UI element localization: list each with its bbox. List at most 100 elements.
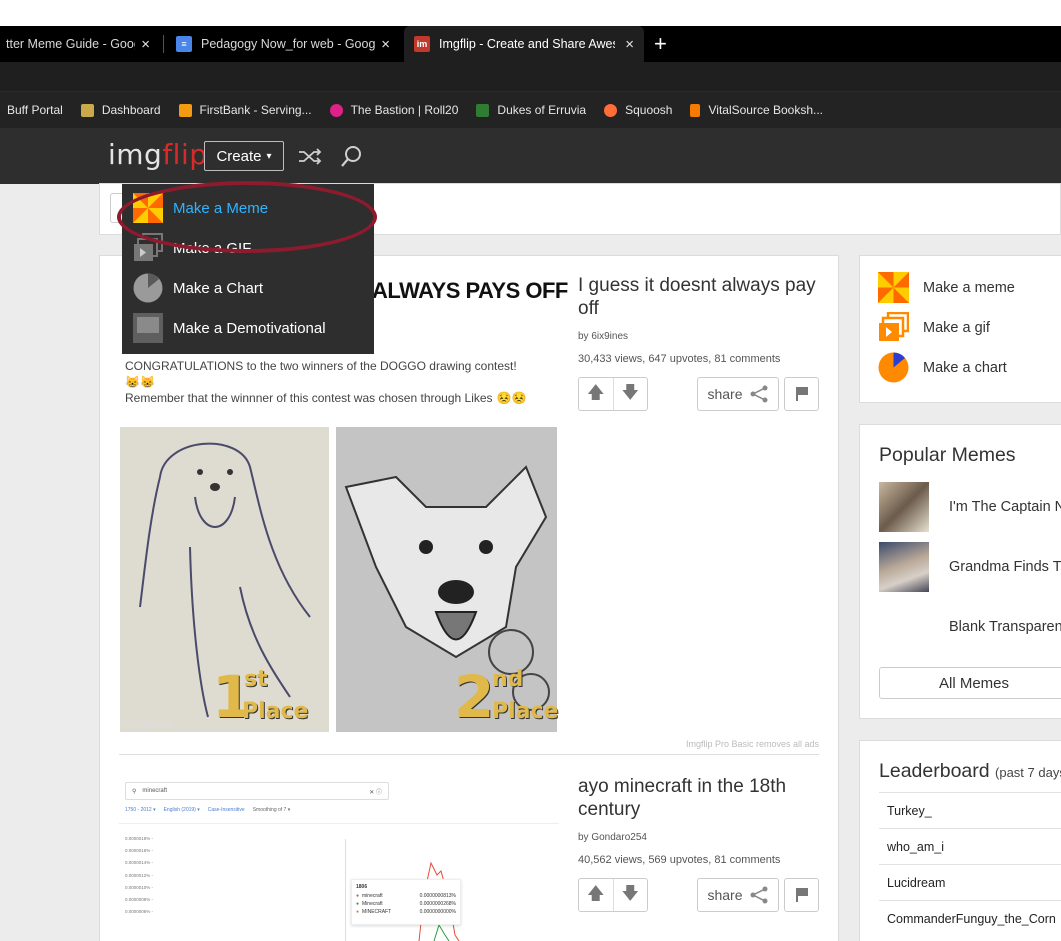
tab-meme-guide[interactable]: tter Meme Guide - Google × — [0, 26, 160, 62]
share-label: share — [707, 386, 743, 402]
bookmark-dashboard[interactable]: Dashboard — [80, 103, 161, 117]
bookmark-label: FirstBank - Serving... — [199, 103, 312, 117]
popular-meme-item[interactable]: Blank Transparent Square — [879, 602, 1061, 652]
first-place-word: Place — [242, 699, 309, 724]
popular-meme-label: Grandma Finds The Internet — [949, 559, 1061, 575]
leaderboard-row[interactable]: who_am_i — [879, 828, 1061, 864]
bookmark-buff-portal[interactable]: Buff Portal — [7, 103, 63, 117]
tooltip-row: ● Minecraft 0.0000000268% — [356, 901, 456, 907]
sidebar-make-gif[interactable]: Make a gif — [878, 312, 990, 343]
post-author[interactable]: by Gondaro254 — [578, 832, 647, 843]
tab-separator — [163, 35, 164, 53]
meme-thumbnail — [879, 482, 929, 532]
share-button[interactable]: share — [697, 878, 779, 912]
meme-image-caption: CONGRATULATIONS to the two winners of th… — [125, 358, 555, 406]
second-place-number: 2 — [454, 663, 495, 731]
imgflip-logo[interactable]: imgflip — [108, 138, 208, 171]
screenshot-tooltip: 1806 ● minecraft 0.0000000813% ● Minecraft 0… — [351, 879, 461, 925]
google-docs-icon: ≡ — [176, 36, 192, 52]
leaderboard-user: CommanderFunguy_the_Corn — [887, 911, 1056, 926]
dot-icon: ● — [356, 909, 360, 915]
chevron-down-icon: ▾ — [266, 150, 272, 162]
vote-buttons: 🡅 🡇 — [578, 377, 648, 411]
bookmark-roll20[interactable]: The Bastion | Roll20 — [329, 103, 458, 117]
leaderboard-row[interactable]: CommanderFunguy_the_Corn — [879, 900, 1061, 936]
tab-imgflip[interactable]: im Imgflip - Create and Share Awesome × — [404, 26, 644, 62]
dot-icon: ● — [356, 901, 360, 907]
pie-chart-icon — [878, 352, 909, 383]
share-label: share — [707, 887, 743, 903]
leaderboard-row[interactable]: Lucidream — [879, 864, 1061, 900]
popular-meme-item[interactable]: I'm The Captain Now — [879, 482, 1061, 532]
create-label: Create — [216, 147, 262, 165]
close-icon[interactable]: × — [375, 36, 390, 53]
popular-meme-label: Blank Transparent Square — [949, 619, 1061, 635]
flag-icon — [795, 888, 808, 902]
tooltip-value: 0.0000000268% — [419, 901, 456, 907]
menu-item-make-demotivational[interactable]: Make a Demotivational — [122, 308, 374, 348]
close-icon[interactable]: × — [135, 36, 150, 53]
post-stats: 40,562 views, 569 upvotes, 81 comments — [578, 854, 781, 866]
leaderboard-user: Turkey_ — [887, 803, 932, 818]
post-title[interactable]: I guess it doesnt always pay off — [578, 274, 818, 320]
bookmark-squoosh[interactable]: Squoosh — [604, 103, 672, 117]
close-icon[interactable]: × — [619, 36, 634, 53]
downvote-arrow-icon[interactable]: 🡇 — [612, 378, 648, 410]
sidebar-make-chart[interactable]: Make a chart — [878, 352, 1007, 383]
share-icon — [750, 886, 768, 904]
create-menu-button[interactable]: Create ▾ — [204, 141, 284, 171]
share-button[interactable]: share — [697, 377, 779, 411]
vote-buttons: 🡅 🡇 — [578, 878, 648, 912]
flag-button[interactable] — [784, 377, 819, 411]
all-memes-button[interactable]: All Memes — [879, 667, 1061, 699]
bookmark-vitalsource[interactable]: VitalSource Booksh... — [690, 103, 823, 117]
menu-item-label: Make a Demotivational — [173, 319, 326, 337]
leaderboard-subtitle: (past 7 days) — [995, 765, 1061, 780]
tab-title: Imgflip - Create and Share Awesome — [439, 37, 615, 51]
bookmark-label: Buff Portal — [7, 103, 63, 117]
gif-stack-icon — [879, 312, 909, 341]
shuffle-icon[interactable] — [297, 143, 323, 169]
downvote-arrow-icon[interactable]: 🡇 — [612, 879, 648, 911]
firstbank-icon — [178, 103, 192, 117]
popular-meme-item[interactable]: Grandma Finds The Internet — [879, 542, 1061, 592]
tooltip-label: Minecraft — [362, 901, 383, 907]
search-icon[interactable] — [339, 143, 365, 169]
bookmark-label: Squoosh — [625, 103, 673, 117]
tooltip-label: minecraft — [362, 893, 383, 899]
tooltip-year: 1806 — [356, 884, 368, 890]
gif-stack-icon — [134, 233, 163, 261]
address-bar[interactable] — [0, 62, 1061, 92]
tooltip-label: MINECRAFT — [362, 909, 392, 915]
sidebar-link-label: Make a chart — [923, 359, 1007, 376]
post-author[interactable]: by 6ix9ines — [578, 331, 628, 342]
upvote-arrow-icon[interactable]: 🡅 — [579, 378, 613, 410]
bookmark-dukes-of-erruvia[interactable]: Dukes of Erruvia — [476, 103, 586, 117]
sidebar-make-meme[interactable]: Make a meme — [878, 272, 1015, 303]
new-tab-button[interactable]: + — [654, 26, 667, 62]
tab-title: tter Meme Guide - Google — [6, 37, 135, 51]
tooltip-row: ● minecraft 0.0000000813% — [356, 893, 456, 899]
upvote-arrow-icon[interactable]: 🡅 — [579, 879, 613, 911]
menu-item-make-meme[interactable]: Make a Meme — [122, 188, 374, 228]
second-place-drawing: 2 nd Place — [336, 427, 558, 732]
second-place-suffix: nd — [492, 667, 524, 692]
post-title[interactable]: ayo minecraft in the 18th century — [578, 775, 818, 821]
logo-accent-text: flip — [162, 138, 208, 171]
roll20-icon — [329, 103, 343, 117]
shield-icon — [476, 103, 490, 117]
menu-item-label: Make a GIF — [173, 239, 252, 257]
logo-text: img — [108, 138, 163, 171]
ads-note[interactable]: Imgflip Pro Basic removes all ads — [686, 739, 819, 749]
menu-item-make-gif[interactable]: Make a GIF — [122, 228, 374, 268]
leaderboard-row[interactable]: Turkey_ — [879, 792, 1061, 828]
sidebar-link-label: Make a meme — [923, 279, 1015, 296]
tab-pedagogy[interactable]: ≡ Pedagogy Now_for web - Google × — [166, 26, 400, 62]
flag-button[interactable] — [784, 878, 819, 912]
first-place-drawing: 1 st Place — [120, 427, 329, 732]
meme-image-2[interactable]: ⚲ minecraft ✕ ⓘ 1750 - 2012 ▾ English (20… — [119, 775, 559, 941]
bookmark-firstbank[interactable]: FirstBank - Serving... — [178, 103, 312, 117]
imgflip-favicon-icon: im — [414, 36, 430, 52]
pinwheel-icon — [878, 272, 909, 303]
menu-item-make-chart[interactable]: Make a Chart — [122, 268, 374, 308]
